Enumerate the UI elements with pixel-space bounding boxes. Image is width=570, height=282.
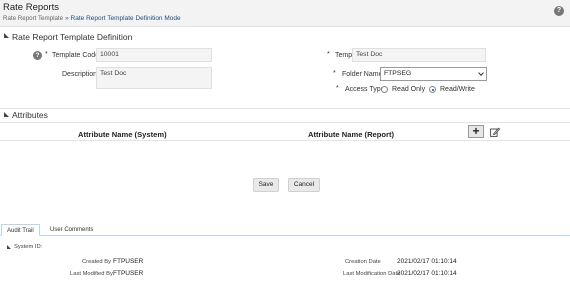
collapse-system-id-icon[interactable] <box>7 245 11 249</box>
required-marker: * <box>336 85 339 92</box>
last-modification-date-label: Last Modification Date <box>343 271 401 277</box>
created-by-label: Created By <box>82 259 111 265</box>
system-id-label: System ID: <box>14 244 43 250</box>
folder-name-select[interactable]: FTPSEG <box>380 67 487 81</box>
tab-user-comments[interactable]: User Comments <box>45 224 98 236</box>
required-marker: * <box>327 51 330 58</box>
collapse-definition-icon[interactable] <box>4 33 9 38</box>
chevron-down-icon <box>478 70 484 76</box>
last-modified-by-label: Last Modified By <box>70 271 113 277</box>
creation-date-label: Creation Date <box>345 259 381 265</box>
radio-read-only[interactable] <box>381 86 388 93</box>
save-button[interactable]: Save <box>253 178 279 192</box>
created-by-value: FTPUSER <box>113 258 144 265</box>
definition-section-title: Rate Report Template Definition <box>12 32 133 42</box>
required-marker: * <box>333 70 336 77</box>
attributes-section-title: Attributes <box>12 110 48 120</box>
page-header: Rate Reports Rate Report Template» Rate R… <box>0 0 570 27</box>
cancel-button[interactable]: Cancel <box>288 178 320 192</box>
column-header-report: Attribute Name (Report) <box>308 130 395 139</box>
section-divider <box>0 122 570 123</box>
description-field[interactable]: Test Doc <box>96 67 212 89</box>
table-header-divider <box>0 140 570 141</box>
breadcrumb-current: Rate Report Template Definition Mode <box>70 15 181 22</box>
radio-read-only-label: Read Only <box>392 86 426 93</box>
required-marker: * <box>45 51 48 58</box>
section-divider <box>0 108 570 109</box>
template-code-label: Template Code <box>52 52 100 59</box>
collapse-attributes-icon[interactable] <box>4 112 9 117</box>
folder-name-label: Folder Name <box>342 71 383 78</box>
access-type-label: Access Type <box>345 86 385 93</box>
help-icon[interactable]: ? <box>554 6 564 16</box>
breadcrumb-parent-link[interactable]: Rate Report Template <box>3 15 63 22</box>
last-modification-date-value: 2021/02/17 01:10:14 <box>397 270 457 277</box>
app-title: Rate Reports <box>3 2 59 13</box>
creation-date-value: 2021/02/17 01:10:14 <box>397 258 457 265</box>
breadcrumb: Rate Report Template» Rate Report Templat… <box>3 15 181 22</box>
add-attribute-button[interactable]: + <box>468 125 484 138</box>
radio-read-write-label: Read/Write <box>440 86 475 93</box>
last-modified-by-value: FTPUSER <box>113 270 144 277</box>
template-code-field[interactable]: 10001 <box>96 48 212 62</box>
field-help-icon[interactable]: ? <box>33 51 42 60</box>
tab-audit-trail[interactable]: Audit Trail <box>1 224 40 236</box>
tab-bar: Audit Trail User Comments <box>0 224 570 236</box>
folder-name-value: FTPSEG <box>384 70 412 77</box>
description-label: Description <box>62 71 98 78</box>
edit-icon[interactable] <box>490 127 500 137</box>
radio-read-write[interactable] <box>429 86 436 93</box>
template-name-field[interactable]: Test Doc <box>352 48 486 62</box>
breadcrumb-separator: » <box>65 15 69 22</box>
column-header-system: Attribute Name (System) <box>78 130 167 139</box>
